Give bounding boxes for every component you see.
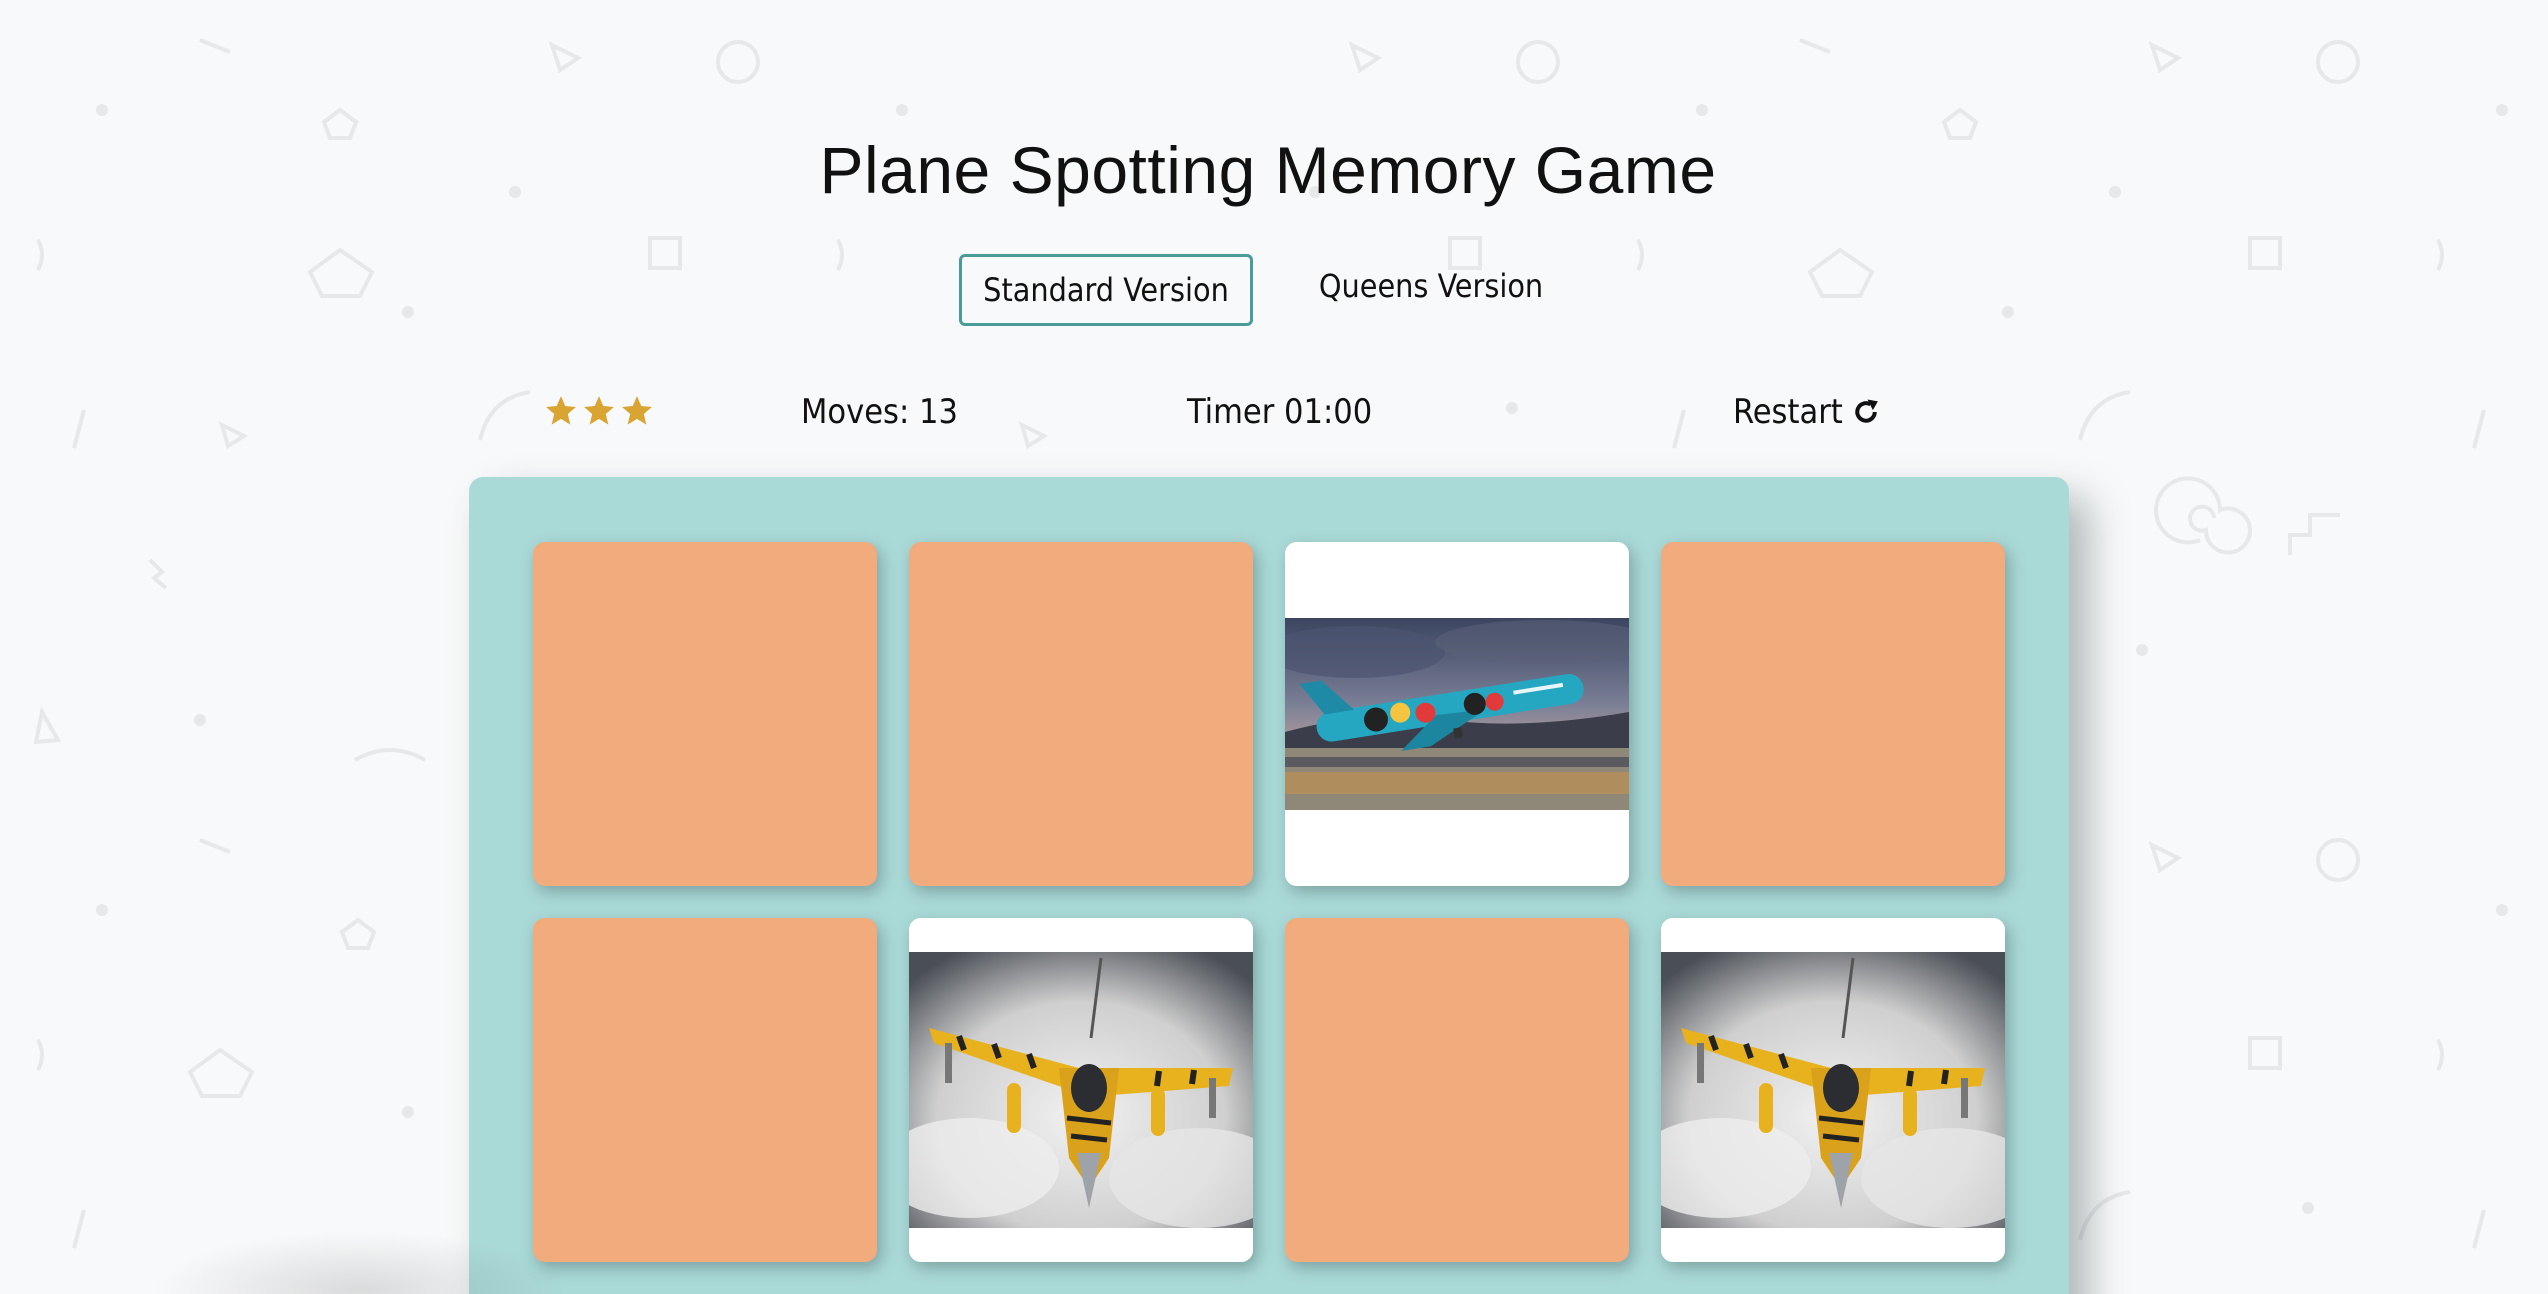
- timer: Timer 01:00: [1187, 392, 1373, 432]
- card-6[interactable]: [909, 918, 1253, 1262]
- card-7[interactable]: [1285, 918, 1629, 1262]
- moves-counter: Moves: 13: [801, 392, 958, 432]
- refresh-icon: [1855, 399, 1878, 423]
- card-2[interactable]: [909, 542, 1253, 886]
- page-title: Plane Spotting Memory Game: [819, 133, 1717, 207]
- star-icon: [584, 396, 614, 425]
- airliner-photo: [1285, 542, 1629, 886]
- restart-label: Restart: [1733, 392, 1843, 432]
- tiger-jet-photo: [909, 918, 1253, 1262]
- star-rating: [544, 394, 654, 428]
- card-3[interactable]: [1285, 542, 1629, 886]
- card-4[interactable]: [1661, 542, 2005, 886]
- standard-version-button[interactable]: Standard Version: [959, 254, 1253, 326]
- card-5[interactable]: [533, 918, 877, 1262]
- card-1[interactable]: [533, 542, 877, 886]
- restart-button[interactable]: Restart: [1733, 392, 1881, 432]
- decorative-shadow: [150, 1230, 570, 1294]
- star-icon: [622, 396, 652, 425]
- card-8[interactable]: [1661, 918, 2005, 1262]
- card-deck: [469, 477, 2069, 1294]
- star-icon: [546, 396, 576, 425]
- tiger-jet-photo: [1661, 918, 2005, 1262]
- queens-version-button[interactable]: Queens Version: [1296, 250, 1566, 322]
- score-panel: Moves: 13 Timer 01:00 Restart: [0, 390, 2548, 440]
- page: Plane Spotting Memory Game Standard Vers…: [0, 0, 2548, 1294]
